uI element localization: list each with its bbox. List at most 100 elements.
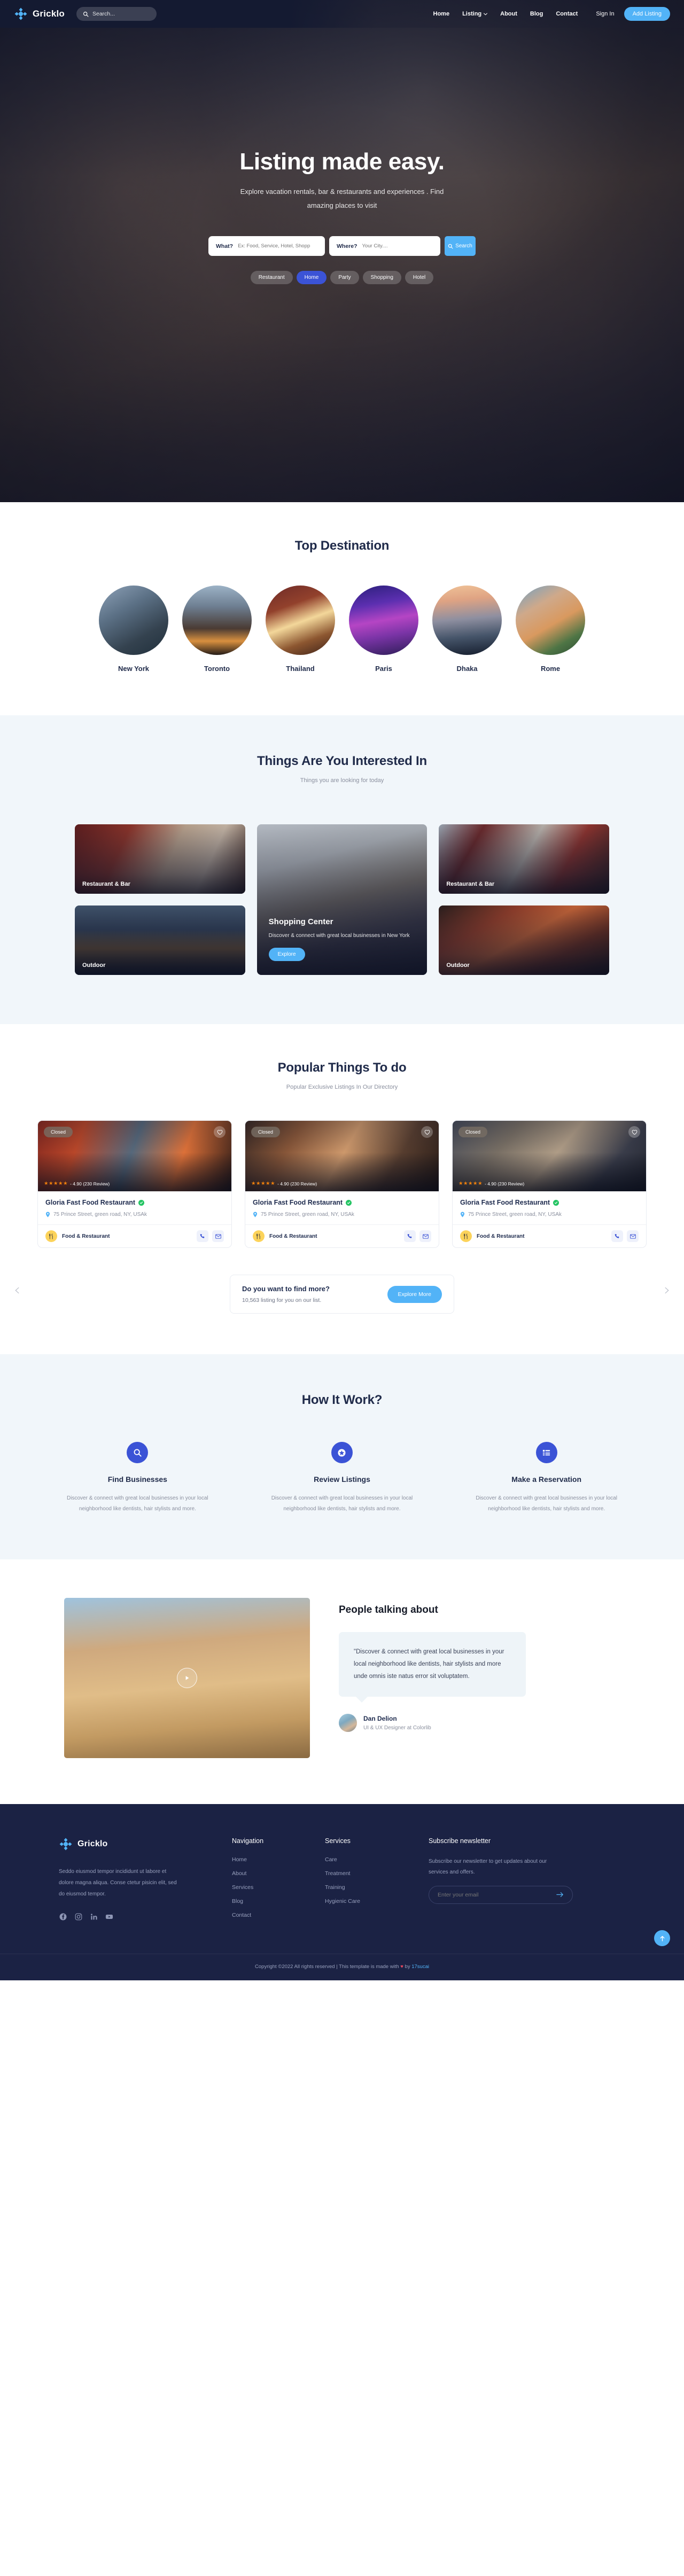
destination-item-toronto[interactable]: Toronto: [182, 586, 252, 673]
listing-card[interactable]: Closed ★★★★★ - 4.90 (230 Review) Gloria …: [452, 1120, 647, 1248]
listing-name: Gloria Fast Food Restaurant: [45, 1199, 136, 1206]
nav-item-label: Listing: [462, 11, 482, 17]
phone-button[interactable]: [197, 1230, 208, 1242]
hero-section: Gricklo Search... Home Listing About Blo…: [0, 0, 684, 502]
verified-badge-icon: [346, 1199, 352, 1206]
popular-section: Popular Things To do Popular Exclusive L…: [0, 1024, 684, 1354]
listing-card[interactable]: Closed ★★★★★ - 4.90 (230 Review) Gloria …: [245, 1120, 439, 1248]
carousel-next-button[interactable]: [663, 1286, 670, 1297]
destination-item-dhaka[interactable]: Dhaka: [432, 586, 502, 673]
star-rating-icons: ★★★★★: [458, 1181, 483, 1186]
listing-image: Closed ★★★★★ - 4.90 (230 Review): [245, 1121, 439, 1191]
carousel-prev-button[interactable]: [14, 1286, 21, 1297]
copyright-link[interactable]: 17sucai: [411, 1964, 429, 1970]
interest-card-outdoor-2[interactable]: Outdoor: [439, 905, 609, 975]
back-to-top-button[interactable]: [654, 1930, 670, 1946]
email-button[interactable]: [212, 1230, 224, 1242]
footer-logo[interactable]: Gricklo: [59, 1837, 219, 1851]
search-where-field[interactable]: Where?: [329, 236, 440, 256]
youtube-icon[interactable]: [105, 1913, 113, 1921]
footer-link-care[interactable]: Care: [325, 1856, 416, 1863]
email-button[interactable]: [419, 1230, 431, 1242]
footer-grid: Gricklo Seddo eiusmod tempor incididunt …: [59, 1837, 625, 1921]
how-step-review-listings: Review Listings Discover & connect with …: [247, 1442, 437, 1515]
arrow-right-icon[interactable]: [556, 1891, 564, 1899]
footer-link-contact[interactable]: Contact: [232, 1912, 312, 1918]
testimonial-video[interactable]: [64, 1598, 310, 1758]
nav-item-blog[interactable]: Blog: [530, 11, 543, 17]
search-what-field[interactable]: What?: [208, 236, 325, 256]
nav-item-listing[interactable]: Listing: [462, 11, 488, 17]
destination-label: Paris: [375, 665, 392, 673]
nav-item-label: Contact: [556, 11, 578, 17]
nav-item-home[interactable]: Home: [433, 11, 450, 17]
search-what-input[interactable]: [238, 243, 317, 249]
newsletter-email-input[interactable]: [438, 1892, 556, 1898]
listing-card[interactable]: Closed ★★★★★ - 4.90 (230 Review) Gloria …: [37, 1120, 232, 1248]
footer-link-services[interactable]: Services: [232, 1884, 312, 1891]
testimonial-wrap: People talking about "Discover & connect…: [64, 1598, 620, 1758]
explore-more-button[interactable]: Explore More: [387, 1285, 442, 1303]
favorite-button[interactable]: [214, 1126, 226, 1138]
pill-home[interactable]: Home: [296, 271, 327, 284]
gricklo-logo-icon: [59, 1837, 73, 1851]
footer-link-home[interactable]: Home: [232, 1856, 312, 1863]
cutlery-icon: [460, 1230, 472, 1242]
destination-item-rome[interactable]: Rome: [516, 586, 585, 673]
phone-button[interactable]: [611, 1230, 623, 1242]
listing-category: Food & Restaurant: [62, 1233, 110, 1239]
footer-link-about[interactable]: About: [232, 1870, 312, 1877]
brand-logo[interactable]: Gricklo: [14, 7, 65, 21]
email-button[interactable]: [627, 1230, 639, 1242]
interest-card-restaurant-bar-1[interactable]: Restaurant & Bar: [75, 824, 245, 894]
interest-explore-button[interactable]: Explore: [268, 948, 305, 961]
how-step-desc: Discover & connect with great local busi…: [271, 1495, 413, 1512]
interest-card-shopping-center[interactable]: Shopping Center Discover & connect with …: [256, 824, 428, 975]
sign-in-link[interactable]: Sign In: [596, 11, 614, 17]
interest-card-outdoor-1[interactable]: Outdoor: [75, 905, 245, 975]
favorite-button[interactable]: [628, 1126, 640, 1138]
brand-name: Gricklo: [33, 9, 65, 19]
destination-label: Thailand: [286, 665, 315, 673]
footer-link-blog[interactable]: Blog: [232, 1898, 312, 1904]
find-more-cta: Do you want to find more? 10,563 listing…: [230, 1275, 454, 1314]
pill-shopping[interactable]: Shopping: [362, 271, 401, 284]
newsletter-input-group[interactable]: [429, 1886, 573, 1904]
chevron-left-icon: [15, 1287, 19, 1294]
add-listing-button[interactable]: Add Listing: [624, 7, 670, 21]
newsletter-desc: Subscribe our newsletter to get updates …: [429, 1859, 547, 1875]
footer-about-text: Seddo eiusmod tempor incididunt ut labor…: [59, 1869, 177, 1897]
interest-card-restaurant-bar-2[interactable]: Restaurant & Bar: [439, 824, 609, 894]
footer-link-treatment[interactable]: Treatment: [325, 1870, 416, 1877]
footer-link-hygienic-care[interactable]: Hygienic Care: [325, 1898, 416, 1904]
find-more-desc: 10,563 listing for you on our list.: [242, 1297, 322, 1303]
search-icon: [127, 1442, 149, 1463]
pill-hotel[interactable]: Hotel: [405, 271, 434, 284]
destination-image: [99, 586, 168, 655]
heart-icon: [424, 1129, 430, 1135]
nav-item-about[interactable]: About: [500, 11, 517, 17]
play-icon[interactable]: [177, 1668, 197, 1688]
destination-item-new-york[interactable]: New York: [99, 586, 168, 673]
facebook-icon[interactable]: [59, 1913, 67, 1921]
listing-address: 75 Prince Street, green road, NY, USAk: [468, 1212, 562, 1217]
pill-restaurant[interactable]: Restaurant: [250, 271, 293, 284]
linkedin-icon[interactable]: [90, 1913, 98, 1921]
pill-party[interactable]: Party: [330, 271, 359, 284]
hero-subtitle: Explore vacation rentals, bar & restaura…: [240, 188, 444, 209]
favorite-button[interactable]: [421, 1126, 433, 1138]
hero-search-button[interactable]: Search: [445, 236, 476, 256]
footer-link-training[interactable]: Training: [325, 1884, 416, 1891]
listing-actions: [611, 1230, 639, 1242]
search-where-input[interactable]: [362, 243, 433, 249]
destination-item-thailand[interactable]: Thailand: [266, 586, 335, 673]
phone-button[interactable]: [404, 1230, 416, 1242]
nav-item-contact[interactable]: Contact: [556, 11, 578, 17]
destination-item-paris[interactable]: Paris: [349, 586, 418, 673]
interest-card-label: Outdoor: [446, 962, 470, 969]
footer-socials: [59, 1913, 219, 1921]
rating-text: - 4.90 (230 Review): [485, 1181, 525, 1186]
instagram-icon[interactable]: [74, 1913, 82, 1921]
nav-search-box[interactable]: Search...: [76, 7, 157, 21]
listing-title-row: Gloria Fast Food Restaurant: [460, 1199, 639, 1206]
